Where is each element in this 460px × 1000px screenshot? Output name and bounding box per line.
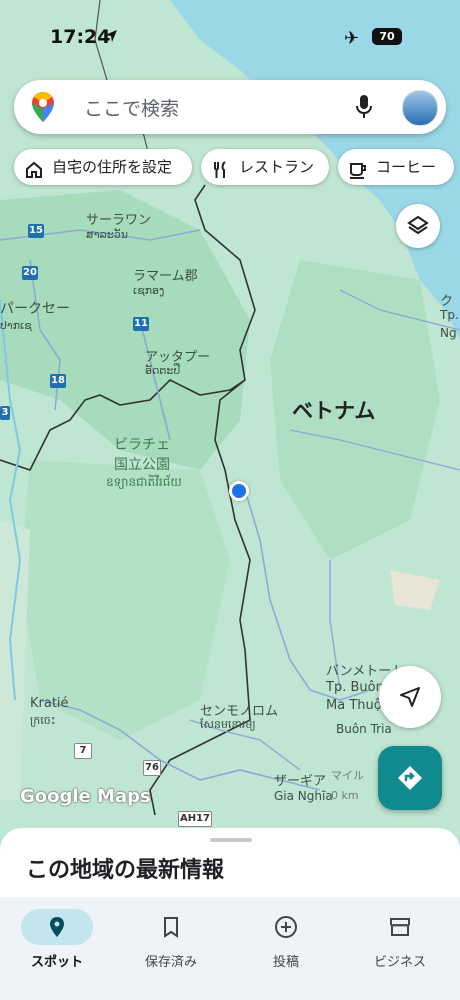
- search-input[interactable]: ここで検索: [84, 94, 179, 121]
- place-label-pakse[interactable]: パークセー: [0, 298, 70, 318]
- status-time: 17:24: [50, 26, 111, 48]
- road-shield: 7: [74, 743, 92, 759]
- road-shield: 11: [133, 317, 149, 331]
- scale-miles: マイル: [331, 769, 364, 782]
- nav-label: 保存済み: [144, 955, 197, 970]
- google-maps-watermark: Google Maps: [20, 786, 151, 807]
- location-pin-icon: [45, 915, 69, 943]
- layers-icon: [407, 215, 429, 235]
- chip-label: 自宅の住所を設定: [52, 158, 173, 176]
- place-label-pakse-lao: ປາກເຊ: [0, 319, 32, 332]
- bookmark-icon: [159, 915, 183, 943]
- chip-label: コーヒー: [376, 158, 437, 176]
- directions-icon: [398, 766, 422, 790]
- home-icon: [24, 157, 44, 193]
- place-label-ng[interactable]: Ng: [440, 326, 457, 340]
- nav-label: 投稿: [272, 955, 299, 970]
- avatar[interactable]: [402, 90, 438, 126]
- my-location-button[interactable]: [379, 666, 441, 728]
- place-label-attapeu-lao: ອັດຕະປື: [145, 364, 181, 377]
- search-bar[interactable]: ここで検索: [14, 80, 446, 134]
- park-label-virachey-2[interactable]: 国立公園: [114, 454, 170, 474]
- chip-restaurants[interactable]: レストラン: [201, 149, 329, 185]
- sheet-title: この地域の最新情報: [26, 858, 225, 883]
- storefront-icon: [388, 915, 412, 943]
- place-label-senmonorom[interactable]: センモノロム: [200, 700, 278, 719]
- place-label-gianghia-ja[interactable]: ザーギア: [274, 770, 326, 789]
- place-label-senmonorom-khmer: សែនមនោរម្យ: [200, 718, 256, 731]
- park-label-virachey-khmer: ឧទ្យានជាតិវីរជ័យ: [106, 475, 182, 489]
- sheet-drag-handle[interactable]: [210, 838, 252, 842]
- add-circle-icon: [274, 915, 298, 943]
- airplane-icon: ✈: [344, 28, 360, 49]
- battery-indicator: 70: [372, 28, 402, 45]
- nav-label: ビジネス: [373, 955, 426, 970]
- place-label-buon-2[interactable]: Ma Thuột: [326, 698, 387, 713]
- place-label-gianghia[interactable]: Gia Nghĩa: [274, 789, 333, 803]
- chip-label: レストラン: [239, 158, 315, 176]
- nav-label: スポット: [30, 955, 83, 970]
- bottom-navigation: スポット 保存済み 投稿 ビジネス: [0, 897, 460, 1000]
- place-label-saravan[interactable]: サーラワン: [86, 209, 151, 228]
- place-label-tp[interactable]: Tp.: [440, 308, 459, 322]
- current-location-dot[interactable]: [229, 481, 249, 501]
- road-shield: 15: [28, 224, 44, 238]
- status-bar: 17:24 ✈ 70: [0, 22, 460, 52]
- road-shield-ah: AH17: [178, 811, 212, 827]
- directions-button[interactable]: [378, 746, 442, 810]
- chip-set-home[interactable]: 自宅の住所を設定: [14, 149, 192, 185]
- layers-button[interactable]: [396, 204, 440, 248]
- place-label-attapeu[interactable]: アッタプー: [145, 346, 210, 365]
- place-label-saravan-lao: ສາລະວັນ: [86, 228, 128, 241]
- fork-knife-icon: [211, 157, 231, 193]
- park-label-virachey-1[interactable]: ビラチェ: [114, 434, 170, 454]
- place-label-buontria[interactable]: Buôn Tria: [336, 722, 392, 736]
- road-shield: 18: [50, 374, 66, 388]
- place-label-kratie-khmer: ក្រចេះ: [30, 714, 56, 727]
- place-label-lamam[interactable]: ラマーム郡: [133, 265, 198, 284]
- place-label-qu[interactable]: ク: [440, 290, 453, 309]
- microphone-icon[interactable]: [354, 94, 374, 124]
- location-arrow-icon: [104, 28, 118, 47]
- chip-coffee[interactable]: コーヒー: [338, 149, 454, 185]
- google-maps-pin-icon: [32, 92, 54, 126]
- place-label-kratie[interactable]: Kratié: [30, 696, 69, 711]
- coffee-cup-icon: [348, 157, 368, 193]
- road-shield: 3: [0, 406, 10, 420]
- place-label-buon-1[interactable]: Tp. Buôn: [326, 680, 384, 695]
- road-shield: 20: [22, 266, 38, 280]
- place-label-lamam-lao: ເຊກອງ: [133, 284, 165, 297]
- road-shield: 76: [143, 760, 161, 776]
- navigation-arrow-icon: [400, 687, 420, 707]
- scale-km: 0 km: [331, 789, 359, 802]
- country-label-vietnam[interactable]: ベトナム: [292, 395, 375, 425]
